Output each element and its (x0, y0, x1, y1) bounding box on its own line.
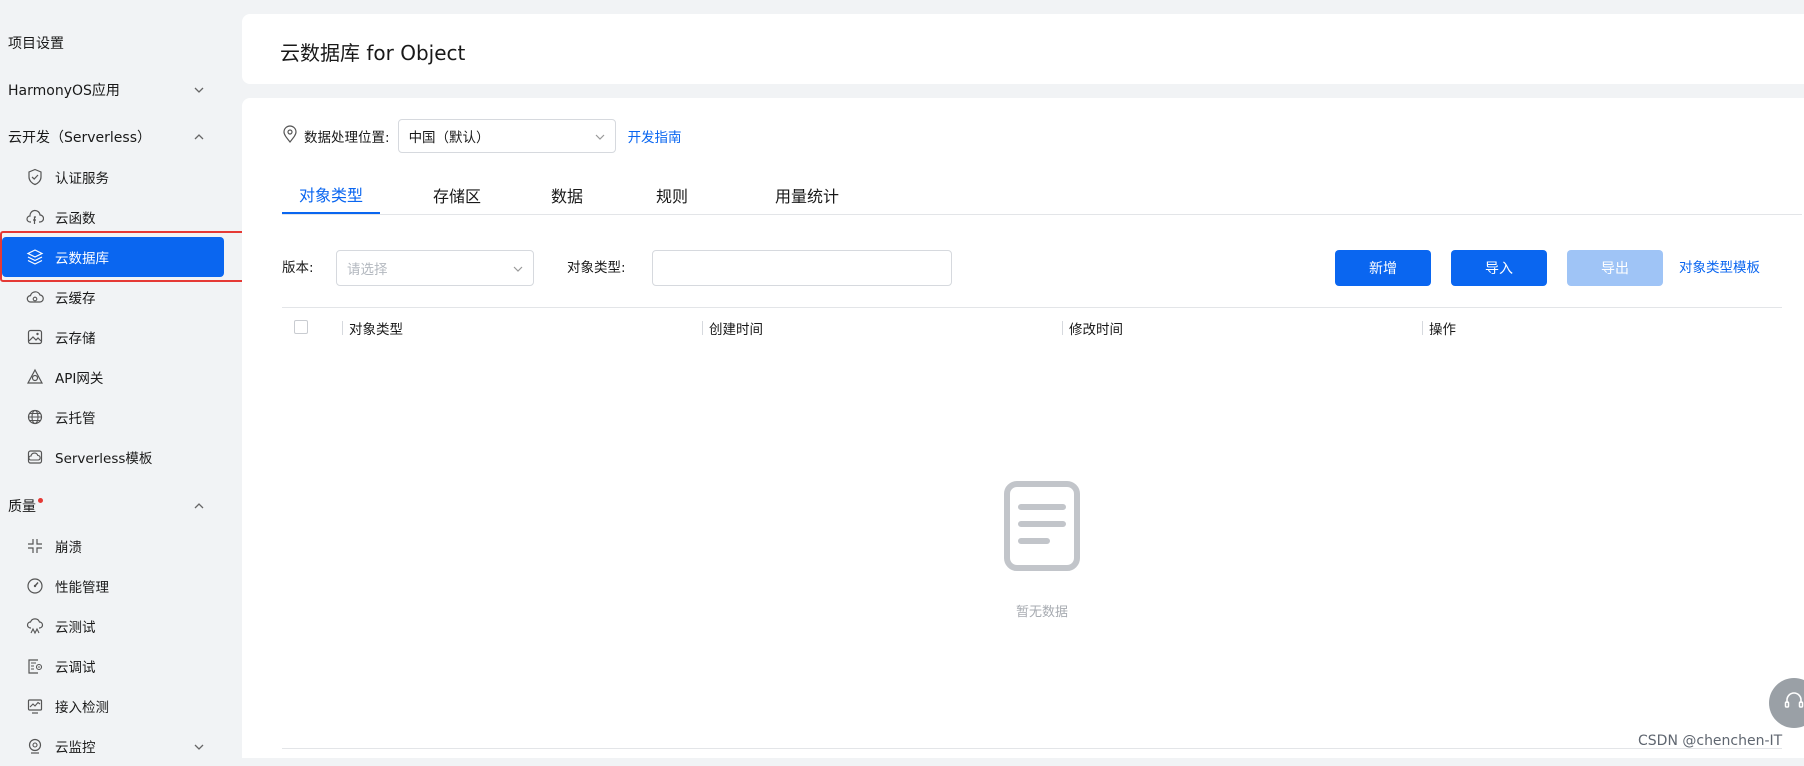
sidebar-item-label: 云调试 (55, 660, 96, 676)
sidebar-item-cloud-test[interactable]: 云测试 (0, 606, 225, 646)
sidebar-group-label: 云开发（Serverless） (8, 130, 152, 146)
column-header: 操作 (1422, 308, 1456, 348)
gauge-icon (25, 576, 45, 596)
dev-guide-link[interactable]: 开发指南 (628, 126, 682, 146)
column-header-label: 对象类型 (349, 322, 403, 338)
version-label: 版本: (282, 260, 314, 276)
sidebar-item-performance[interactable]: 性能管理 (0, 566, 225, 606)
sidebar-item-label: API网关 (55, 371, 104, 387)
location-select[interactable]: 中国（默认） (397, 119, 616, 153)
version-select[interactable]: 请选择 (336, 250, 534, 286)
tab-data[interactable]: 数据 (532, 176, 602, 213)
chevron-up-icon (190, 497, 208, 515)
sidebar-group-quality[interactable]: 质量 (8, 494, 208, 518)
object-type-input[interactable] (652, 250, 952, 286)
column-header-label: 创建时间 (709, 322, 763, 338)
sidebar-group-label: 质量 (8, 499, 36, 515)
sidebar-group-label: HarmonyOS应用 (8, 83, 120, 99)
cloud-function-icon (25, 207, 45, 227)
sidebar-item-label: 云托管 (55, 411, 96, 427)
column-header: 对象类型 (342, 308, 403, 348)
column-header: 修改时间 (1062, 308, 1123, 348)
sidebar-item-auth[interactable]: 认证服务 (0, 157, 225, 197)
crash-icon (25, 536, 45, 556)
add-button[interactable]: 新增 (1335, 250, 1431, 286)
page-title: 云数据库 for Object (280, 41, 466, 65)
sidebar-item-api-gateway[interactable]: API网关 (0, 357, 225, 397)
chevron-down-icon (513, 260, 523, 276)
sidebar-item-integration-check[interactable]: 接入检测 (0, 686, 225, 726)
tab-bar: 对象类型 存储区 数据 规则 用量统计 (282, 176, 1802, 215)
empty-state-text: 暂无数据 (1015, 605, 1068, 620)
column-header: 创建时间 (702, 308, 763, 348)
debug-doc-icon (25, 656, 45, 676)
chevron-up-icon (190, 128, 208, 146)
sidebar-item-hosting[interactable]: 云托管 (0, 397, 225, 437)
column-header-label: 操作 (1429, 322, 1456, 338)
sidebar-item-label: 接入检测 (55, 700, 109, 716)
sidebar-item-label: 云存储 (55, 331, 96, 347)
chevron-down-icon (194, 738, 204, 754)
sidebar-item-storage[interactable]: 云存储 (0, 317, 225, 357)
sidebar-item-label: 崩溃 (55, 540, 82, 556)
notification-dot (38, 498, 43, 503)
globe-icon (25, 407, 45, 427)
watermark: CSDN @chenchen-IT (1638, 733, 1783, 749)
table-bottom-divider (282, 748, 1782, 749)
monitor-chart-icon (25, 696, 45, 716)
sidebar-group-label-wrap: 质量 (8, 496, 43, 516)
table-header: 对象类型 创建时间 修改时间 操作 (282, 307, 1782, 348)
location-pin-icon (282, 125, 298, 147)
highlight-frame (0, 231, 245, 282)
sidebar-item-serverless-template[interactable]: Serverless模板 (0, 437, 225, 477)
cloud-test-icon (25, 616, 45, 636)
shield-icon (25, 167, 45, 187)
tab-object-types[interactable]: 对象类型 (282, 176, 380, 214)
empty-document-icon (1003, 481, 1081, 576)
filter-toolbar: 版本: 请选择 对象类型: 新增 导入 导出 对象类型模板 (282, 250, 1802, 286)
sidebar-item-label: Serverless模板 (55, 451, 153, 467)
object-type-label: 对象类型: (567, 260, 626, 276)
chevron-down-icon (595, 128, 605, 144)
select-all-checkbox[interactable] (294, 320, 308, 334)
sidebar: 项目设置 HarmonyOS应用 云开发（Serverless） 认证服务 云函… (0, 0, 245, 758)
main-panel: 数据处理位置: 中国（默认） 开发指南 对象类型 存储区 数据 规则 用量统计 … (242, 98, 1804, 758)
sidebar-item-crash[interactable]: 崩溃 (0, 526, 225, 566)
export-button[interactable]: 导出 (1567, 250, 1663, 286)
sidebar-item-label: 性能管理 (55, 580, 109, 596)
image-storage-icon (25, 327, 45, 347)
sidebar-item-cloud-debug[interactable]: 云调试 (0, 646, 225, 686)
template-icon (25, 447, 45, 467)
tab-rules[interactable]: 规则 (637, 176, 707, 213)
sidebar-item-label: 认证服务 (55, 171, 109, 187)
column-header-label: 修改时间 (1069, 322, 1123, 338)
location-select-value: 中国（默认） (408, 130, 490, 146)
sidebar-item-cache[interactable]: 云缓存 (0, 277, 225, 317)
sidebar-item-label: 云缓存 (55, 291, 96, 307)
headset-icon (1782, 689, 1804, 717)
cloud-cache-icon (25, 287, 45, 307)
sidebar-item-label: 云测试 (55, 620, 96, 636)
header-card: 云数据库 for Object (242, 14, 1804, 84)
project-settings-heading: 项目设置 (8, 36, 64, 52)
camera-monitor-icon (25, 736, 45, 756)
tab-usage-stats[interactable]: 用量统计 (752, 176, 862, 213)
api-gateway-icon (25, 367, 45, 387)
object-type-template-link[interactable]: 对象类型模板 (1679, 250, 1760, 286)
sidebar-item-label: 云监控 (55, 740, 96, 756)
sidebar-group-cloud-dev[interactable]: 云开发（Serverless） (8, 125, 208, 149)
sidebar-item-label: 云函数 (55, 211, 96, 227)
chevron-down-icon (190, 81, 208, 99)
version-select-placeholder: 请选择 (347, 262, 388, 278)
sidebar-group-harmony[interactable]: HarmonyOS应用 (8, 78, 208, 102)
empty-state: 暂无数据 (992, 480, 1092, 620)
location-row: 数据处理位置: 中国（默认） 开发指南 (282, 118, 682, 154)
tab-storage-zones[interactable]: 存储区 (417, 176, 497, 213)
location-label: 数据处理位置: (304, 130, 390, 146)
import-button[interactable]: 导入 (1451, 250, 1547, 286)
sidebar-item-cloud-monitor[interactable]: 云监控 (0, 726, 225, 766)
